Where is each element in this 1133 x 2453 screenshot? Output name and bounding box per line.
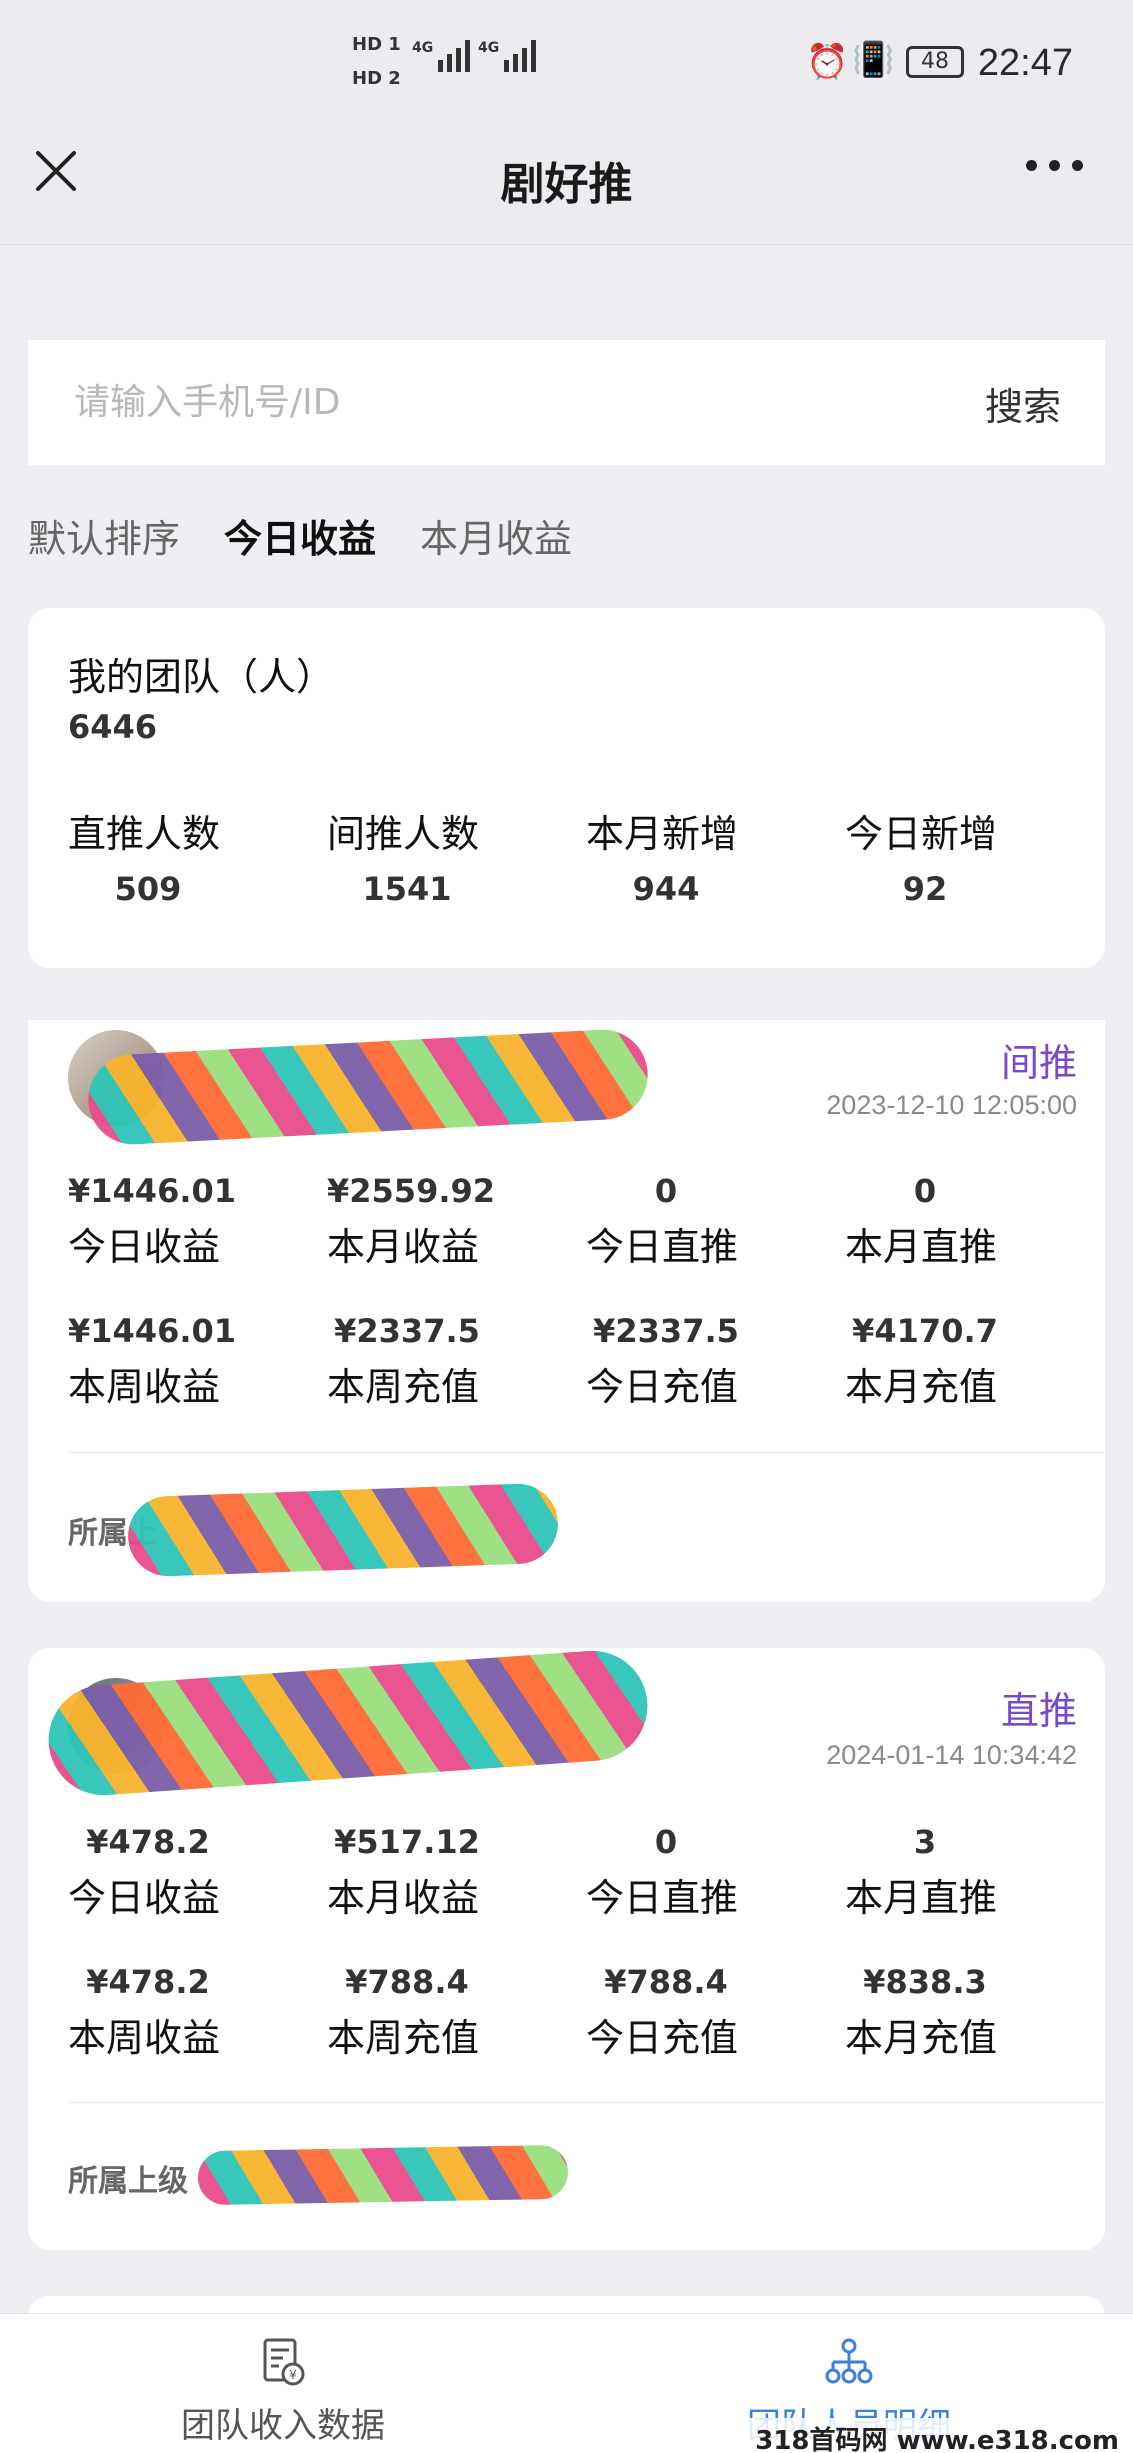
member-stat-value: 0 xyxy=(654,1823,678,1861)
member-stat-label: 本周充值 xyxy=(327,1365,480,1409)
member-stat-value: ¥788.4 xyxy=(345,1963,469,2001)
member-stat-value: ¥838.3 xyxy=(863,1963,987,2001)
member-card[interactable]: 直推 2024-01-14 10:34:42 ¥478.2 今日收益 ¥517.1… xyxy=(28,1648,1105,2250)
divider xyxy=(68,1452,1105,1453)
parent-label: 所属上级 xyxy=(68,2164,188,2199)
search-bar: 搜索 xyxy=(28,340,1105,465)
member-card[interactable]: 间推 2023-12-10 12:05:00 ¥1446.01 今日收益 ¥255… xyxy=(28,1020,1105,1602)
stat-value-direct: 509 xyxy=(114,870,182,908)
stat-label-month-new: 本月新增 xyxy=(586,812,739,856)
close-icon xyxy=(36,151,76,191)
nav-team-income[interactable]: ¥ 团队收入数据 xyxy=(0,2314,566,2453)
svg-text:¥: ¥ xyxy=(289,2368,297,2382)
member-stat-value: ¥1446.01 xyxy=(68,1172,237,1210)
member-stat-label: 今日直推 xyxy=(586,1225,739,1269)
alarm-icon: ⏰ xyxy=(806,42,849,82)
member-stat-value: ¥478.2 xyxy=(86,1963,210,2001)
member-stat-value: 0 xyxy=(913,1172,937,1210)
member-stat-value: ¥788.4 xyxy=(604,1963,728,2001)
signal-strength-2-icon: 4G xyxy=(478,40,537,76)
nav-label: 团队收入数据 xyxy=(181,2406,385,2446)
member-stat-value: ¥2337.5 xyxy=(334,1312,480,1350)
member-type-badge: 间推 xyxy=(1000,1041,1077,1085)
battery-icon: 48 xyxy=(906,46,964,78)
sim2-indicator: HD 2 xyxy=(352,68,401,89)
member-stat-label: 今日充值 xyxy=(586,1365,739,1409)
member-stat-value: 3 xyxy=(913,1823,937,1861)
member-stat-label: 今日充值 xyxy=(586,2016,739,2060)
member-stat-label: 本月收益 xyxy=(327,1876,480,1920)
stat-value-indirect: 1541 xyxy=(362,870,452,908)
member-stat-value: ¥517.12 xyxy=(334,1823,480,1861)
member-stat-value: ¥4170.7 xyxy=(852,1312,998,1350)
member-stat-label: 今日直推 xyxy=(586,1876,739,1920)
redacted-parent-scribble xyxy=(126,1482,560,1578)
member-stat-value: ¥2337.5 xyxy=(593,1312,739,1350)
member-stat-label: 本月直推 xyxy=(845,1225,998,1269)
member-stat-value: ¥478.2 xyxy=(86,1823,210,1861)
redacted-name-scribble xyxy=(44,1648,652,1799)
clock: 22:47 xyxy=(977,42,1073,84)
member-type-badge: 直推 xyxy=(1000,1689,1077,1733)
sim1-indicator: HD 1 xyxy=(352,34,401,55)
member-stats-row-2: ¥478.2 本周收益 ¥788.4 本周充值 ¥788.4 今日充值 ¥838.3 本… xyxy=(68,1963,1104,2062)
stat-value-today-new: 92 xyxy=(902,870,948,908)
org-tree-icon xyxy=(825,2338,873,2384)
member-stat-value: ¥1446.01 xyxy=(68,1312,237,1350)
stat-label-indirect: 间推人数 xyxy=(327,812,480,856)
search-button[interactable]: 搜索 xyxy=(985,376,1061,431)
member-stat-value: 0 xyxy=(654,1172,678,1210)
team-total: 6446 xyxy=(68,708,158,746)
watermark: 318首码网 www.e318.com xyxy=(749,2418,1125,2453)
vibrate-icon: 📳 xyxy=(852,40,895,80)
redacted-name-scribble xyxy=(86,1027,650,1147)
member-stats-row-1: ¥1446.01 今日收益 ¥2559.92 本月收益 0 今日直推 0 本月直推 xyxy=(68,1172,1104,1271)
tab-default-sort[interactable]: 默认排序 xyxy=(28,508,180,563)
member-stat-label: 本周收益 xyxy=(68,2016,221,2060)
close-button[interactable] xyxy=(30,145,82,197)
battery-level: 48 xyxy=(921,49,949,74)
search-input[interactable] xyxy=(74,370,874,434)
team-stats-labels: 直推人数 间推人数 本月新增 今日新增 xyxy=(68,803,1104,858)
team-title: 我的团队（人） xyxy=(68,655,335,699)
member-stat-value: ¥2559.92 xyxy=(327,1172,496,1210)
member-stat-label: 本月充值 xyxy=(845,1365,998,1409)
member-stat-label: 本周收益 xyxy=(68,1365,221,1409)
signal-strength-icon: 4G xyxy=(412,40,471,76)
more-dots-icon xyxy=(1026,160,1037,171)
member-stat-label: 今日收益 xyxy=(68,1876,221,1920)
sort-tabs: 默认排序 今日收益 本月收益 xyxy=(28,508,572,563)
tab-today-income[interactable]: 今日收益 xyxy=(224,508,376,563)
member-stat-label: 本月充值 xyxy=(845,2016,998,2060)
join-date: 2023-12-10 12:05:00 xyxy=(826,1090,1077,1120)
tab-month-income[interactable]: 本月收益 xyxy=(420,508,572,563)
stat-label-today-new: 今日新增 xyxy=(845,812,998,856)
member-stat-label: 本周充值 xyxy=(327,2016,480,2060)
income-document-icon: ¥ xyxy=(263,2338,305,2386)
member-stat-label: 本月直推 xyxy=(845,1876,998,1920)
member-stats-row-2: ¥1446.01 本周收益 ¥2337.5 本周充值 ¥2337.5 今日充值 ¥41… xyxy=(68,1312,1104,1411)
page-title: 剧好推 xyxy=(500,159,633,210)
stat-label-direct: 直推人数 xyxy=(68,812,221,856)
member-stat-label: 今日收益 xyxy=(68,1225,221,1269)
member-stats-row-1: ¥478.2 今日收益 ¥517.12 本月收益 0 今日直推 3 本月直推 xyxy=(68,1823,1104,1922)
member-stat-label: 本月收益 xyxy=(327,1225,480,1269)
divider xyxy=(68,2102,1105,2103)
join-date: 2024-01-14 10:34:42 xyxy=(826,1740,1077,1770)
redacted-parent-scribble xyxy=(197,2144,569,2206)
stat-value-month-new: 944 xyxy=(632,870,700,908)
more-options-button[interactable] xyxy=(1026,160,1083,171)
team-stats-values: 509 1541 944 92 xyxy=(68,870,1104,908)
team-summary-card: 我的团队（人） 6446 直推人数 间推人数 本月新增 今日新增 509 154… xyxy=(28,608,1105,968)
